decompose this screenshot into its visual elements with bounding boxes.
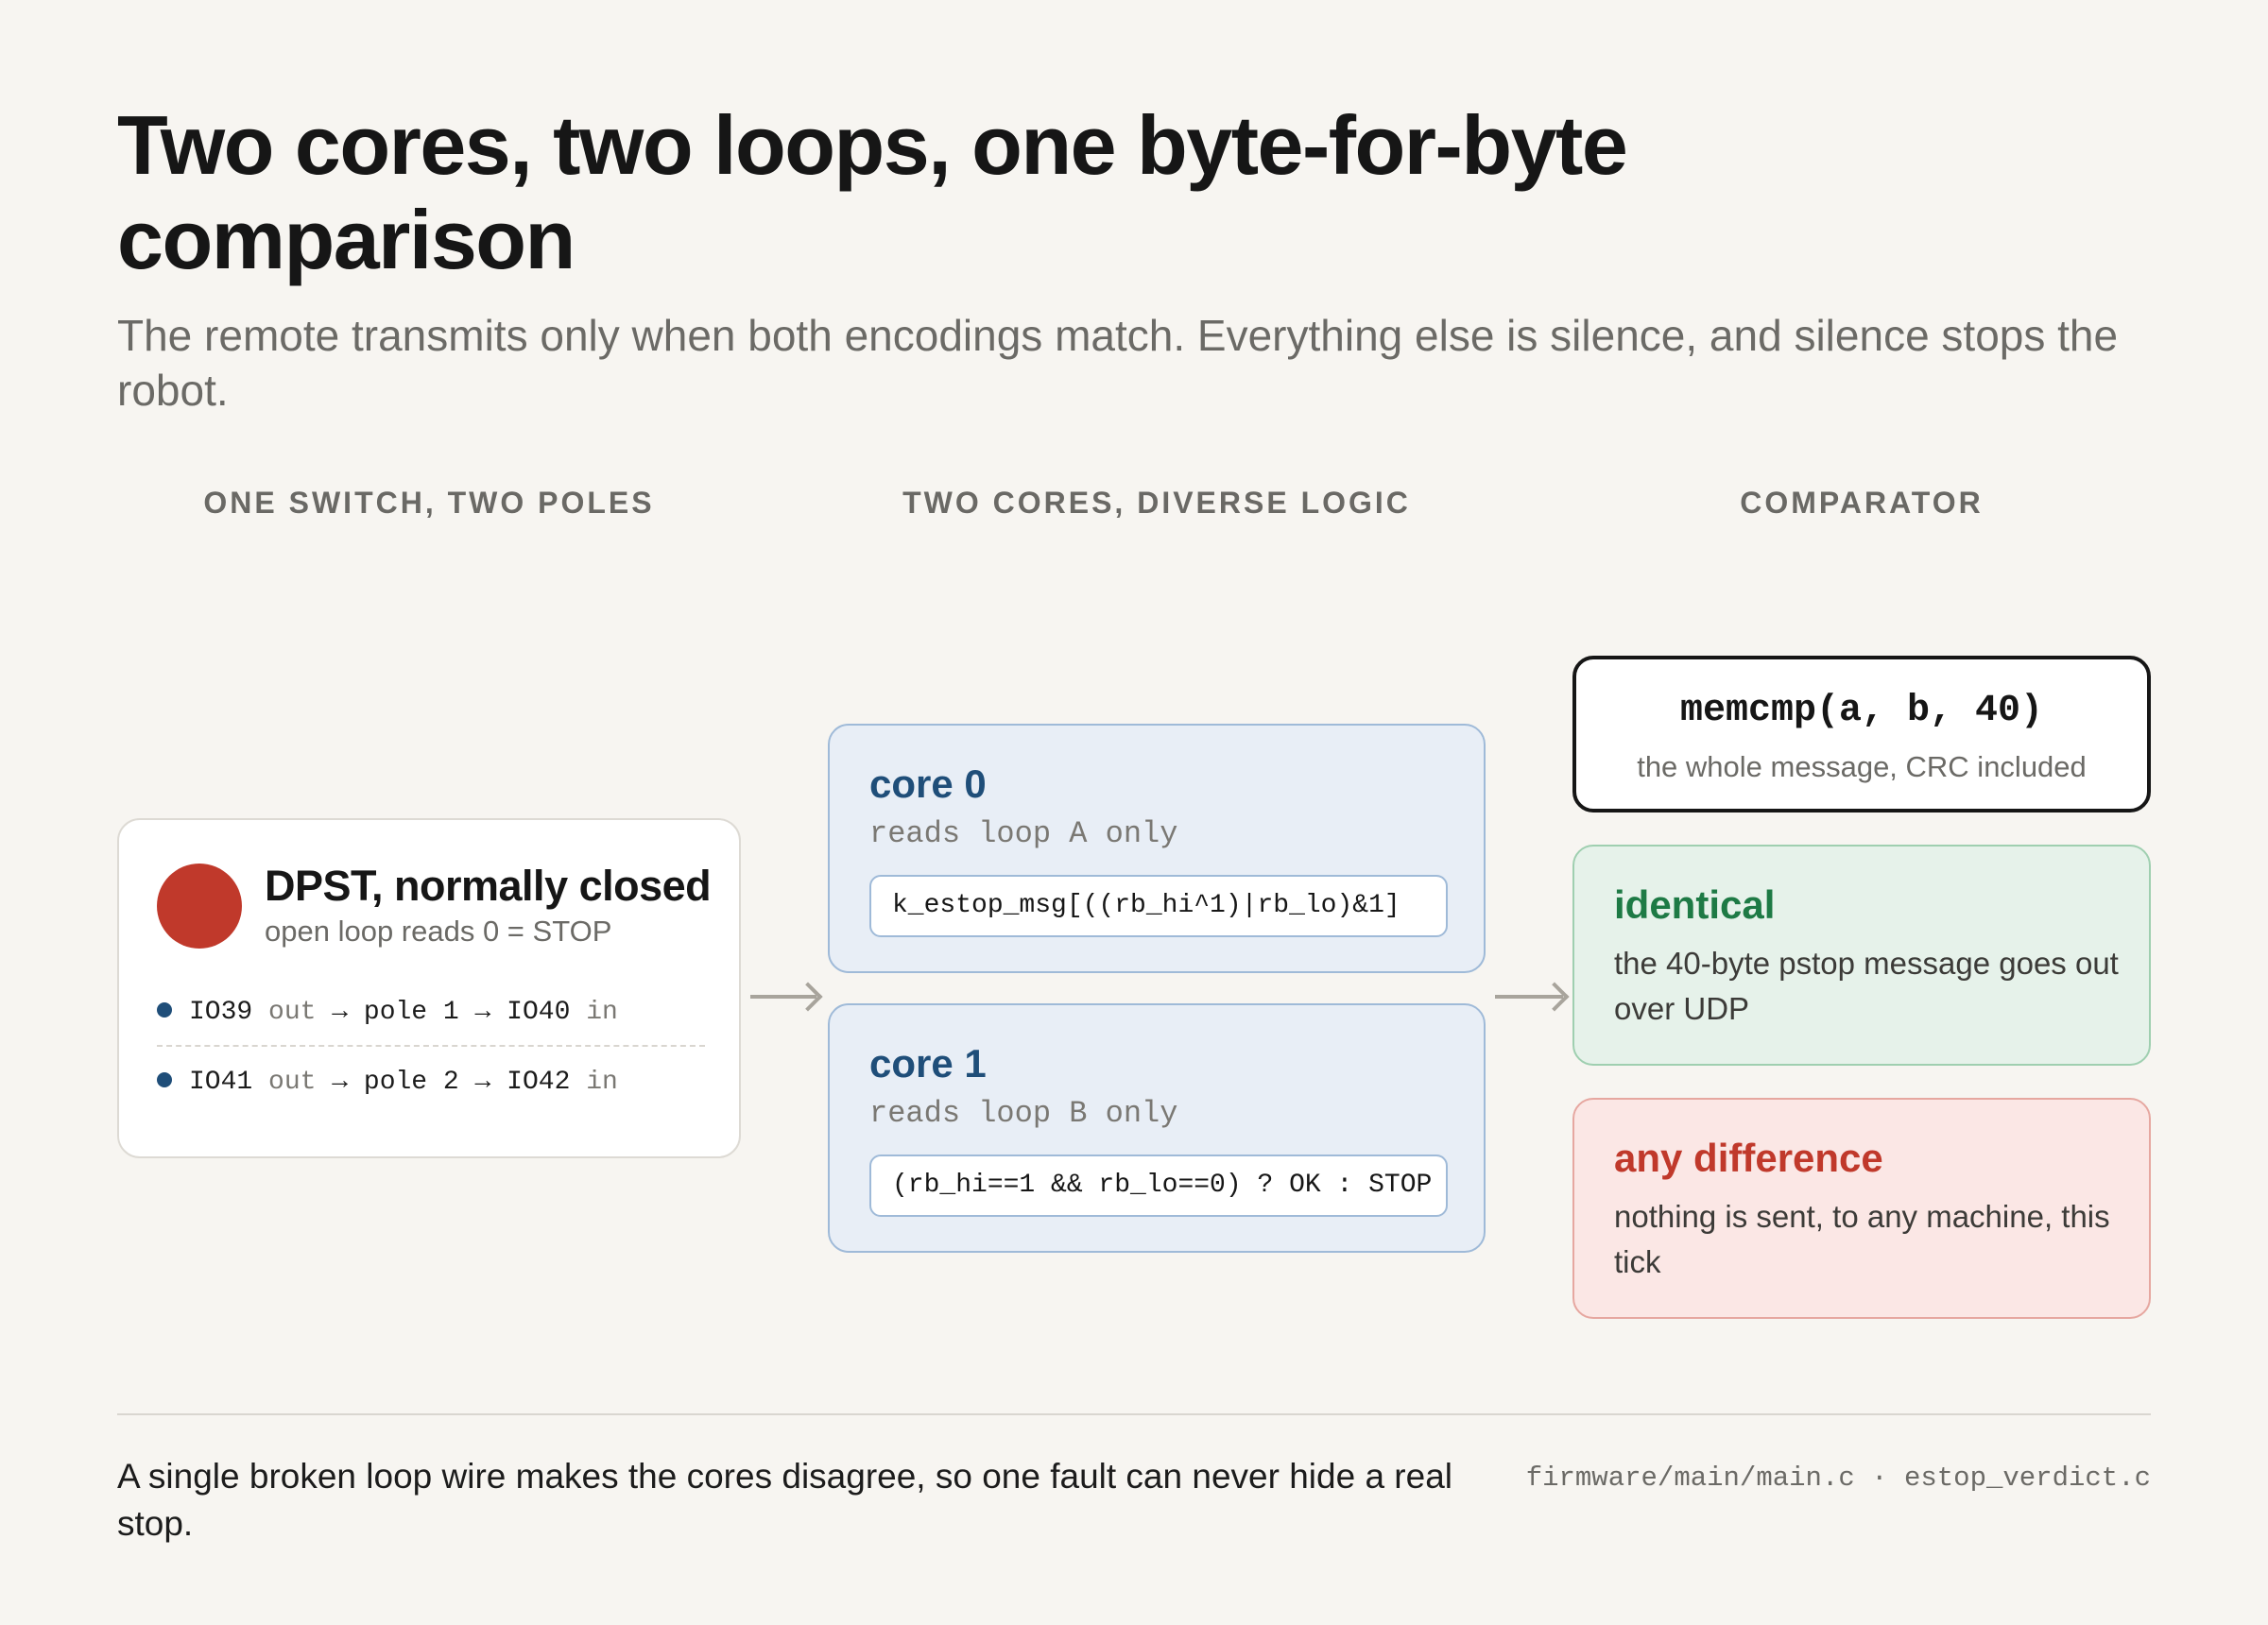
core-code: (rb_hi==1 && rb_lo==0) ? OK : STOP [869, 1155, 1448, 1217]
core-0-card: core 0 reads loop A only k_estop_msg[((r… [828, 724, 1486, 973]
switch-title: DPST, normally closed [265, 862, 712, 910]
comparator-subtitle: the whole message, CRC included [1637, 750, 2087, 783]
outcome-text: nothing is sent, to any machine, this ti… [1614, 1199, 2110, 1279]
footer-source-files: firmware/main/main.c · estop_verdict.c [1525, 1462, 2151, 1494]
outcome-text: the 40-byte pstop message goes out over … [1614, 946, 2119, 1026]
core-title: core 1 [869, 1041, 987, 1086]
page-title: Two cores, two loops, one byte-for-byte … [117, 98, 1628, 286]
switch-subtitle: open loop reads 0 = STOP [265, 915, 612, 948]
identical-outcome-card: identical the 40-byte pstop message goes… [1572, 845, 2151, 1066]
flow-arrow-icon [1495, 995, 1563, 999]
pole-label: pole 2 [363, 1068, 459, 1097]
arrow-glyph: → [332, 998, 349, 1027]
pole-row: IO41 out → pole 2 → IO42 in [157, 1064, 705, 1102]
difference-outcome-card: any difference nothing is sent, to any m… [1572, 1098, 2151, 1319]
footer-divider [117, 1413, 2151, 1415]
outcome-title: any difference [1614, 1136, 1883, 1180]
out-label: out [268, 998, 317, 1027]
column-heading-cores: TWO CORES, DIVERSE LOGIC [902, 486, 1411, 520]
flow-arrow-icon [750, 995, 816, 999]
in-pin: IO40 [507, 998, 571, 1027]
pole-row: IO39 out → pole 1 → IO40 in [157, 994, 705, 1032]
arrow-glyph: → [474, 998, 491, 1027]
out-label: out [268, 1068, 317, 1097]
arrow-glyph: → [332, 1068, 349, 1097]
core-title: core 0 [869, 761, 987, 806]
out-pin: IO39 [189, 998, 253, 1027]
outcome-title: identical [1614, 882, 1776, 927]
comparator-code: memcmp(a, b, 40) [1679, 690, 2044, 732]
stop-indicator-icon [157, 864, 242, 949]
pole-label: pole 1 [363, 998, 459, 1027]
column-heading-switch: ONE SWITCH, TWO POLES [203, 486, 655, 520]
pole-divider [157, 1045, 705, 1047]
bullet-icon [157, 1071, 172, 1087]
bullet-icon [157, 1001, 172, 1018]
core-subtitle: reads loop A only [869, 816, 1178, 851]
in-label: in [586, 998, 618, 1027]
comparator-box: memcmp(a, b, 40) the whole message, CRC … [1572, 656, 2151, 812]
core-1-card: core 1 reads loop B only (rb_hi==1 && rb… [828, 1003, 1486, 1253]
column-heading-comparator: COMPARATOR [1740, 486, 1984, 520]
in-pin: IO42 [507, 1068, 571, 1097]
switch-card: DPST, normally closed open loop reads 0 … [117, 818, 741, 1158]
page-subtitle: The remote transmits only when both enco… [117, 311, 2119, 415]
core-code: k_estop_msg[((rb_hi^1)|rb_lo)&1] [869, 875, 1448, 937]
in-label: in [586, 1068, 618, 1097]
arrow-glyph: → [474, 1068, 491, 1097]
core-subtitle: reads loop B only [869, 1096, 1178, 1131]
out-pin: IO41 [189, 1068, 253, 1097]
footer-note: A single broken loop wire makes the core… [117, 1457, 1452, 1543]
